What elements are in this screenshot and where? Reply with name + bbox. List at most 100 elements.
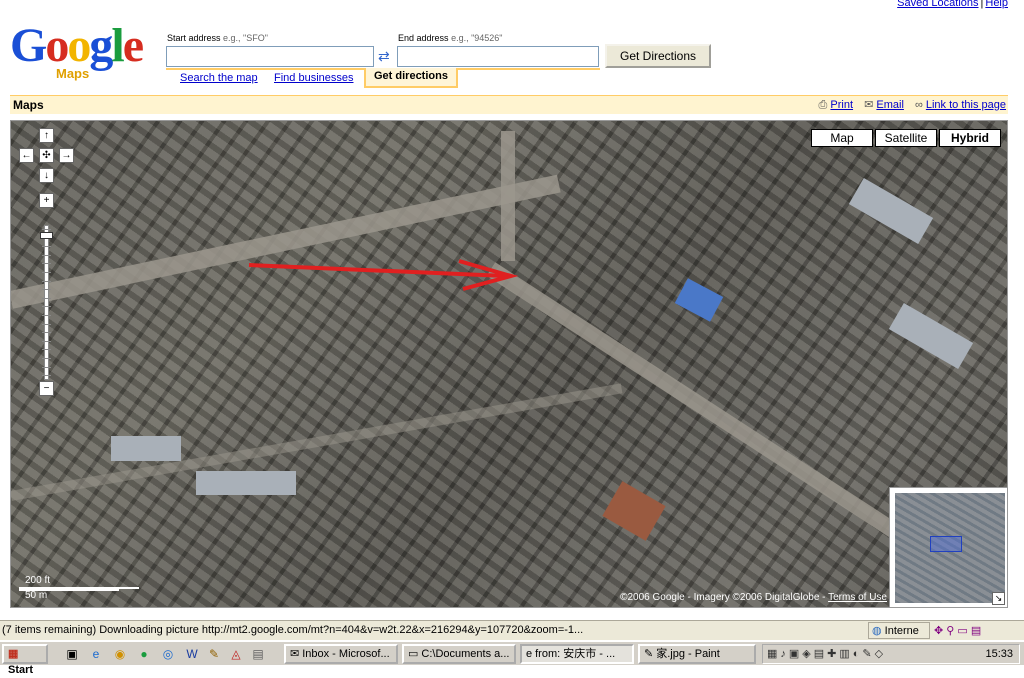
- taskbar-item-inbox[interactable]: ✉ Inbox - Microsof...: [284, 644, 398, 664]
- security-zone: ◍ Interne: [868, 622, 930, 639]
- end-address-example: e.g., "94526": [451, 33, 503, 43]
- folder-icon: ▭: [408, 648, 419, 660]
- clock: 15:33: [985, 648, 1013, 660]
- explorer-icon[interactable]: ▤: [250, 646, 266, 662]
- collapse-overview-icon[interactable]: ↘: [992, 592, 1005, 605]
- red-arrow-annotation: [248, 259, 519, 291]
- zoom-slider-knob[interactable]: [40, 232, 53, 240]
- zoom-slider-tick: [42, 358, 51, 359]
- windows-logo-icon: ▦: [8, 648, 19, 660]
- zoom-slider-tick: [42, 229, 51, 230]
- help-link[interactable]: Help: [985, 0, 1008, 9]
- print-link[interactable]: Print: [830, 99, 853, 111]
- scale-label-ft: 200 ft: [25, 575, 51, 586]
- overview-map[interactable]: ↘: [889, 487, 1007, 607]
- tab-get-directions[interactable]: Get directions: [364, 68, 458, 88]
- zoom-slider-tick: [42, 254, 51, 256]
- acrobat-icon[interactable]: ◬: [228, 646, 244, 662]
- copyright-notice: ©2006 Google - Imagery ©2006 DigitalGlob…: [620, 592, 887, 603]
- show-desktop-icon[interactable]: ▣: [64, 646, 80, 662]
- browser-status-bar: (7 items remaining) Downloading picture …: [0, 620, 1024, 640]
- pan-left-icon[interactable]: ←: [19, 148, 34, 163]
- messenger-icon[interactable]: ●: [136, 646, 152, 662]
- chain-link-icon: ∞: [914, 99, 923, 111]
- end-address-label: End address: [398, 33, 449, 43]
- tab-find-businesses[interactable]: Find businesses: [274, 72, 354, 84]
- zoom-slider-tick: [42, 323, 51, 325]
- taskbar-item-browser[interactable]: e from: 安庆市 - ...: [520, 644, 634, 664]
- zoom-slider-tick: [42, 332, 51, 334]
- saved-locations-link[interactable]: Saved Locations: [897, 0, 978, 9]
- status-message: (7 items remaining) Downloading picture …: [2, 624, 584, 636]
- zoom-slider-tick: [42, 297, 51, 299]
- paint-window-icon: ✎: [644, 648, 654, 660]
- word-icon[interactable]: W: [184, 646, 200, 662]
- zoom-slider-tick: [42, 340, 51, 342]
- zoom-slider-tick: [42, 349, 51, 351]
- swap-addresses-icon[interactable]: ⇄: [378, 48, 390, 65]
- tab-search-the-map[interactable]: Search the map: [180, 72, 258, 84]
- link-to-page-link[interactable]: Link to this page: [926, 99, 1006, 111]
- mail-icon: ✉: [290, 648, 300, 660]
- task-label: from: 安庆市 - ...: [535, 648, 616, 660]
- zoom-slider-tick: [42, 263, 51, 265]
- email-link[interactable]: Email: [876, 99, 904, 111]
- end-address-label-row: End address e.g., "94526": [398, 33, 503, 43]
- task-label: Inbox - Microsof...: [302, 648, 390, 660]
- start-address-input[interactable]: [166, 46, 374, 67]
- scale-label-m: 50 m: [25, 590, 48, 601]
- start-address-example: e.g., "SFO": [223, 33, 268, 43]
- paint-icon[interactable]: ✎: [206, 646, 222, 662]
- zone-label: Interne: [884, 625, 919, 637]
- taskbar-item-paint[interactable]: ✎ 家.jpg - Paint: [638, 644, 756, 664]
- start-label: Start: [8, 664, 34, 676]
- system-tray: ▦♪▣◈▤✚▥◐✎◇ 15:33: [762, 644, 1020, 664]
- pan-down-icon[interactable]: ↓: [39, 168, 54, 183]
- zoom-slider[interactable]: [44, 225, 49, 380]
- maps-wordmark: Maps: [56, 66, 90, 81]
- overview-viewport-box[interactable]: [930, 536, 962, 552]
- media-player-icon[interactable]: ◉: [112, 646, 128, 662]
- end-address-input[interactable]: [397, 46, 599, 67]
- start-button[interactable]: ▦ Start: [2, 644, 48, 676]
- internet-explorer-icon[interactable]: e: [88, 646, 104, 662]
- task-label: C:\Documents a...: [421, 648, 510, 660]
- page-actions: ⎙ Print ✉ Email ∞ Link to this page: [811, 98, 1006, 112]
- pan-up-icon[interactable]: ↑: [39, 128, 54, 143]
- satellite-map[interactable]: Map Satellite Hybrid ↑ ← ✣ → ↓ + − 200 f…: [10, 120, 1008, 608]
- zoom-out-icon[interactable]: −: [39, 381, 54, 396]
- zoom-slider-tick: [42, 315, 51, 316]
- satellite-view-button[interactable]: Satellite: [875, 129, 937, 147]
- start-address-label: Start address: [167, 33, 221, 43]
- copyright-text: ©2006 Google - Imagery ©2006 DigitalGlob…: [620, 592, 829, 603]
- status-tray-icons: ✥ ⚲ ▭ ▤: [934, 625, 982, 637]
- zoom-in-icon[interactable]: +: [39, 193, 54, 208]
- outlook-icon[interactable]: ◎: [160, 646, 176, 662]
- browser-icon: e: [526, 648, 533, 660]
- zoom-slider-tick: [42, 280, 51, 282]
- top-links-separator: |: [980, 0, 984, 9]
- search-tabs: Search the map Find businesses Get direc…: [166, 68, 600, 89]
- taskbar-item-documents[interactable]: ▭ C:\Documents a...: [402, 644, 516, 664]
- terms-of-use-link[interactable]: Terms of Use: [828, 592, 887, 603]
- zoom-slider-tick: [42, 246, 51, 248]
- hybrid-view-button[interactable]: Hybrid: [939, 129, 1001, 147]
- get-directions-button[interactable]: Get Directions: [605, 44, 711, 68]
- printer-icon: ⎙: [818, 99, 828, 111]
- zoom-slider-tick: [42, 375, 51, 377]
- start-address-label-row: Start address e.g., "SFO": [167, 33, 268, 43]
- map-view-button[interactable]: Map: [811, 129, 873, 147]
- zoom-slider-tick: [42, 272, 51, 273]
- google-wordmark: Google: [10, 19, 144, 72]
- zoom-slider-tick: [42, 366, 51, 368]
- pan-right-icon[interactable]: →: [59, 148, 74, 163]
- maps-header-bar: Maps ⎙ Print ✉ Email ∞ Link to this page: [10, 95, 1008, 114]
- maps-title: Maps: [13, 98, 44, 112]
- google-maps-logo[interactable]: Google Maps: [10, 22, 160, 82]
- tray-icons[interactable]: ▦♪▣◈▤✚▥◐✎◇: [767, 647, 886, 660]
- map-scale: 200 ft 50 m: [19, 575, 149, 601]
- envelope-icon: ✉: [864, 99, 874, 111]
- windows-taskbar: ▦ Start ▣ e ◉ ● ◎ W ✎ ◬ ▤ ✉ Inbox - Micro…: [0, 641, 1024, 676]
- pan-center-icon[interactable]: ✣: [39, 148, 54, 163]
- globe-icon: ◍: [872, 625, 882, 637]
